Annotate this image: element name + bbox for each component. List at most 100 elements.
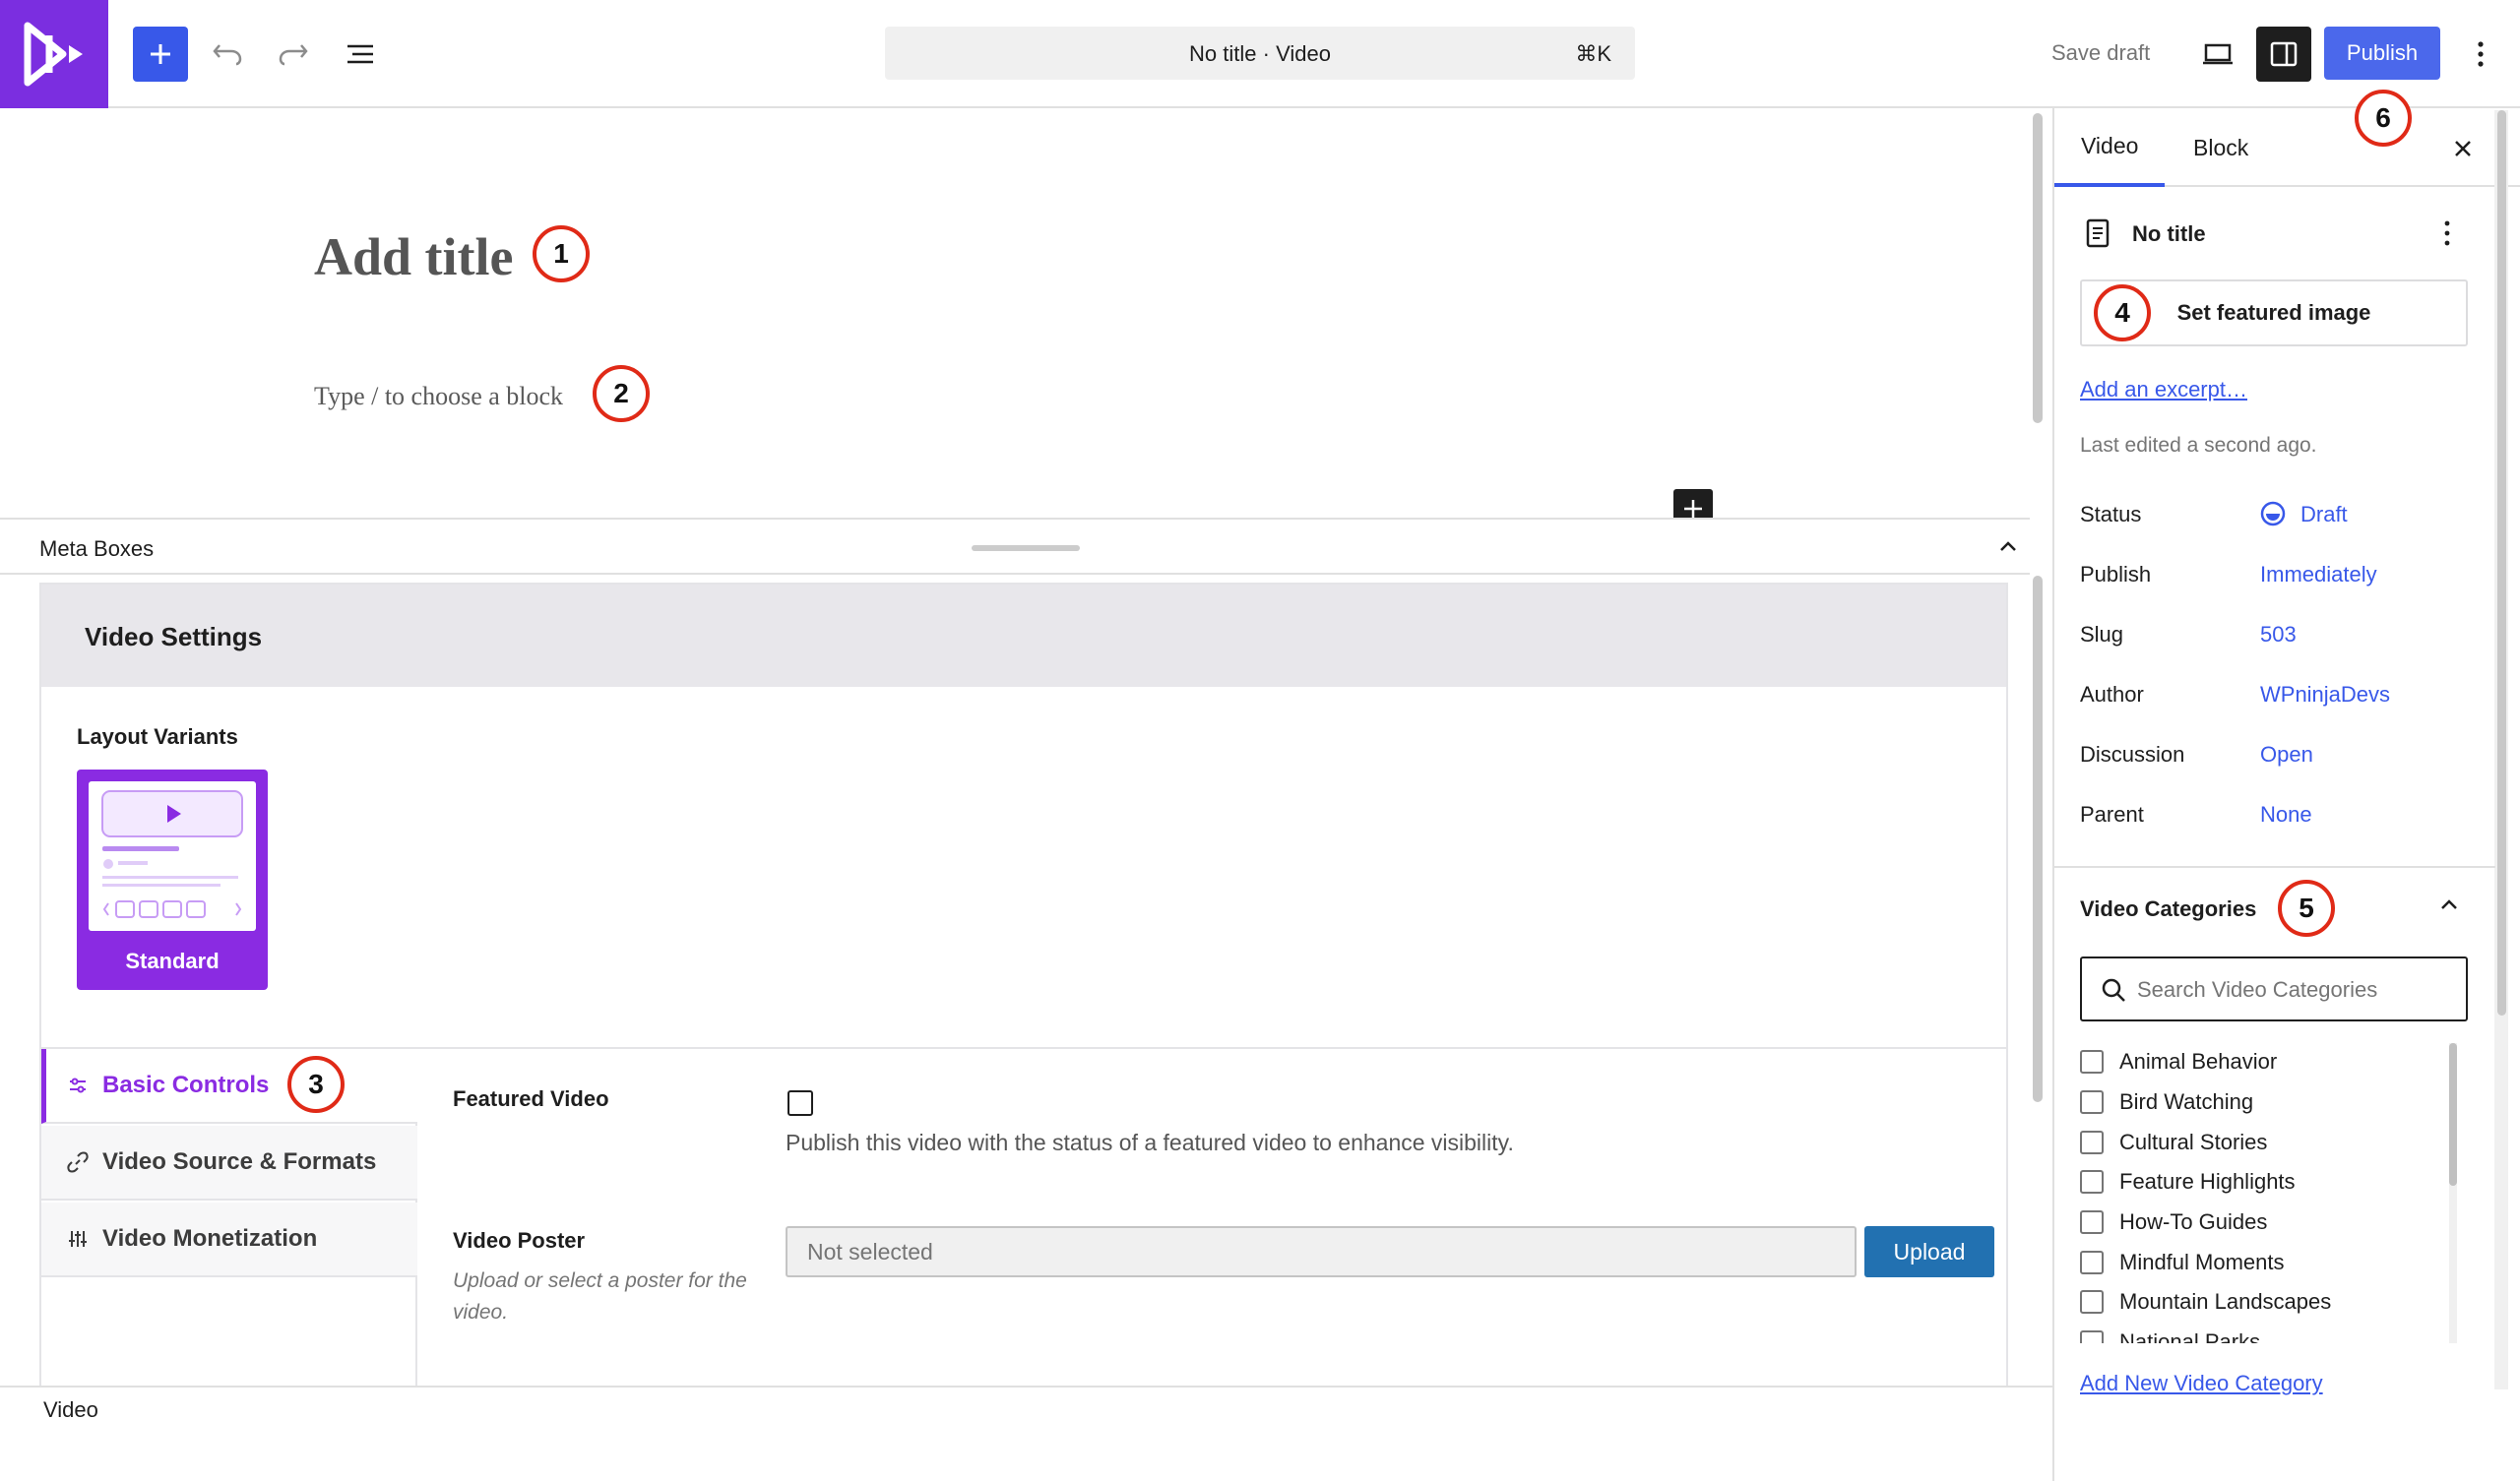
publish-label: Publish (2080, 562, 2152, 586)
meta-boxes-bar[interactable]: Meta Boxes (0, 518, 2030, 575)
layout-variants-label: Layout Variants (77, 724, 238, 749)
document-overview-button[interactable] (333, 27, 388, 82)
settings-toggle-button[interactable] (2256, 27, 2311, 82)
category-checkbox[interactable] (2080, 1170, 2104, 1194)
video-poster-help: Upload or select a poster for the video. (453, 1269, 747, 1324)
tab-video[interactable]: Video (2054, 108, 2166, 187)
close-sidebar-button[interactable] (2446, 132, 2480, 165)
category-checkbox[interactable] (2080, 1251, 2104, 1274)
category-search-input[interactable] (2137, 972, 2452, 1008)
post-summary-title: No title (2132, 221, 2206, 246)
block-inserter-button[interactable] (133, 27, 188, 82)
category-label: National Parks (2119, 1329, 2261, 1343)
category-search-field[interactable] (2080, 956, 2468, 1021)
category-label: Cultural Stories (2119, 1130, 2268, 1154)
layout-variant-standard[interactable]: Standard (77, 770, 268, 990)
category-label: Feature Highlights (2119, 1169, 2296, 1194)
undo-button[interactable] (200, 27, 255, 82)
upload-button[interactable]: Upload (1864, 1226, 1994, 1277)
block-appender[interactable]: Type / to choose a block (314, 382, 563, 411)
add-excerpt-link[interactable]: Add an excerpt… (2080, 377, 2247, 402)
featured-video-description: Publish this video with the status of a … (786, 1130, 1514, 1155)
parent-value[interactable]: None (2260, 802, 2312, 828)
author-value[interactable]: WPninjaDevs (2260, 682, 2390, 708)
document-title: No title · Video (1189, 41, 1331, 66)
tab-label: Video Source & Formats (102, 1148, 377, 1175)
tab-video-source-formats[interactable]: Video Source & Formats (41, 1126, 417, 1201)
close-icon (2455, 141, 2471, 156)
more-vertical-icon (2478, 41, 2484, 67)
category-item[interactable]: How-To Guides (2080, 1207, 2267, 1237)
link-icon (67, 1151, 89, 1173)
last-edited-text: Last edited a second ago. (2080, 434, 2317, 457)
plus-icon (151, 44, 170, 64)
plus-icon (1684, 500, 1702, 518)
status-value[interactable]: Draft (2300, 502, 2348, 527)
meta-scrollbar[interactable] (2033, 576, 2043, 1102)
search-icon (2102, 978, 2125, 1002)
video-categories-title[interactable]: Video Categories (2080, 896, 2256, 922)
featured-video-label: Featured Video (453, 1086, 609, 1111)
category-checkbox[interactable] (2080, 1090, 2104, 1114)
more-vertical-icon[interactable] (2443, 218, 2451, 248)
post-title-input[interactable]: Add title (314, 226, 514, 287)
video-settings-box: Video Settings Layout Variants Standard … (39, 583, 2008, 1389)
category-list-scrollbar[interactable] (2449, 1043, 2457, 1186)
annotation-marker: 1 (533, 225, 590, 282)
discussion-label: Discussion (2080, 742, 2185, 767)
category-checkbox[interactable] (2080, 1050, 2104, 1074)
category-item[interactable]: Feature Highlights (2080, 1167, 2296, 1197)
sidebar-panel-icon (2270, 41, 2298, 67)
variant-preview (89, 781, 256, 931)
preview-button[interactable] (2190, 27, 2245, 82)
tab-basic-controls[interactable]: Basic Controls (41, 1049, 417, 1124)
category-item[interactable]: Mountain Landscapes (2080, 1287, 2331, 1317)
tab-label: Video Monetization (102, 1225, 318, 1252)
category-checkbox[interactable] (2080, 1131, 2104, 1154)
sliders-icon (67, 1075, 89, 1096)
canvas-scrollbar[interactable] (2033, 113, 2043, 423)
publish-value[interactable]: Immediately (2260, 562, 2377, 587)
category-item[interactable]: Mindful Moments (2080, 1248, 2285, 1277)
chevron-up-icon[interactable] (1996, 535, 2020, 559)
undo-icon (213, 44, 242, 66)
category-item[interactable]: National Parks (2080, 1327, 2260, 1343)
tab-label: Video (2081, 132, 2139, 158)
sidebar-tabs: Video Block (2054, 108, 2520, 187)
video-settings-heading: Video Settings (85, 622, 263, 651)
publish-button[interactable]: Publish (2324, 27, 2440, 80)
author-label: Author (2080, 682, 2144, 707)
layout-preview-icon (101, 790, 243, 918)
chevron-up-icon[interactable] (2437, 894, 2461, 917)
category-item[interactable]: Cultural Stories (2080, 1128, 2267, 1157)
redo-button[interactable] (266, 27, 321, 82)
category-checkbox[interactable] (2080, 1210, 2104, 1234)
category-label: How-To Guides (2119, 1209, 2268, 1234)
sidebar-scrollbar[interactable] (2497, 110, 2506, 1016)
tab-video-monetization[interactable]: Video Monetization (41, 1203, 417, 1277)
equalizer-icon (67, 1228, 89, 1250)
slug-value[interactable]: 503 (2260, 622, 2297, 648)
annotation-marker: 6 (2355, 90, 2412, 147)
category-checkbox[interactable] (2080, 1330, 2104, 1343)
annotation-marker: 5 (2278, 880, 2335, 937)
add-new-category-link[interactable]: Add New Video Category (2080, 1371, 2323, 1396)
site-logo[interactable] (0, 0, 108, 108)
options-button[interactable] (2457, 27, 2504, 82)
save-draft-button[interactable]: Save draft (2051, 40, 2150, 66)
category-item[interactable]: Bird Watching (2080, 1087, 2253, 1117)
category-checkbox[interactable] (2080, 1290, 2104, 1314)
shortcut-hint: ⌘K (1575, 41, 1611, 66)
category-item[interactable]: Animal Behavior (2080, 1047, 2277, 1077)
command-palette-bar[interactable]: No title · Video ⌘K (885, 27, 1635, 80)
resize-handle[interactable] (972, 545, 1080, 551)
video-poster-label: Video Poster (453, 1228, 586, 1253)
slug-label: Slug (2080, 622, 2124, 647)
tab-block[interactable]: Block (2193, 108, 2248, 187)
video-poster-input[interactable] (786, 1226, 1857, 1277)
discussion-value[interactable]: Open (2260, 742, 2313, 768)
video-settings-tabs: Basic Controls Video Source & Formats Vi… (41, 1049, 417, 1389)
breadcrumb[interactable]: Video (43, 1397, 98, 1423)
redo-icon (279, 44, 308, 66)
featured-video-checkbox[interactable] (788, 1090, 813, 1116)
